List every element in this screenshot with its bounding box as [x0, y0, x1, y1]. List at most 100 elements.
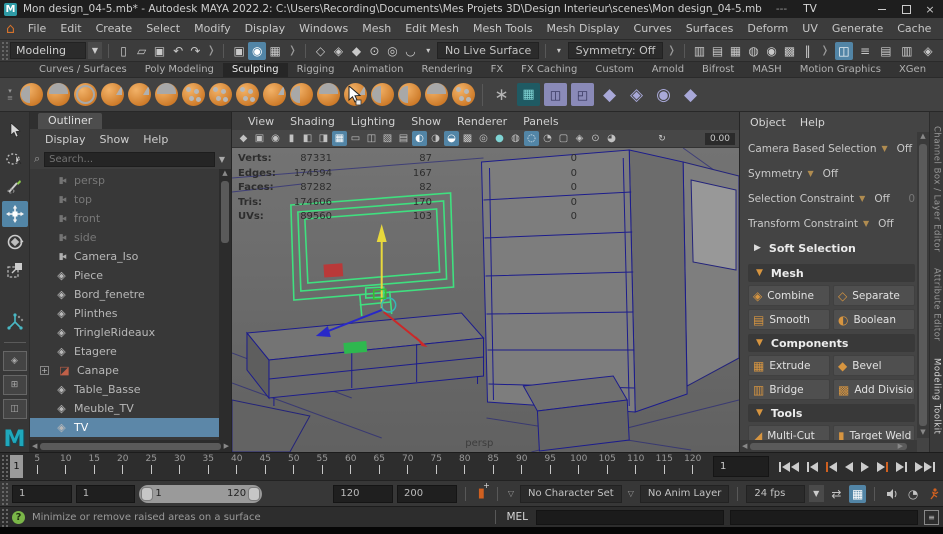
shelf-tab[interactable]: MASH	[743, 63, 790, 77]
viewport-toolbar-icon[interactable]: ◐	[412, 131, 427, 146]
minimize-button[interactable]	[873, 2, 891, 16]
viewport-toolbar-icon[interactable]: ▢	[556, 131, 571, 146]
toolkit-button[interactable]: ◐ Boolean	[833, 309, 915, 330]
shelf-tab[interactable]: Sculpting	[222, 63, 288, 77]
render-icon[interactable]: ▦	[727, 42, 745, 60]
sidebar-toggle-icon[interactable]: ▥	[898, 42, 916, 60]
scale-tool[interactable]	[2, 257, 28, 283]
shelf-tool-icon[interactable]: ◉	[652, 83, 675, 106]
add-bookmark-icon[interactable]: ▮	[478, 481, 490, 501]
sculpt-brush-icon[interactable]	[398, 83, 421, 106]
shelf-tab[interactable]: XGen	[890, 63, 935, 77]
menu-item[interactable]: Generate	[825, 22, 890, 35]
render-icon[interactable]: ◍	[745, 42, 763, 60]
lasso-select-tool[interactable]	[2, 146, 28, 172]
step-forward-key-button[interactable]	[877, 459, 888, 475]
outliner-menu-item[interactable]: Display	[38, 133, 93, 146]
outliner-item[interactable]: + front	[30, 209, 231, 228]
viewport-toolbar-icon[interactable]: ◌	[524, 131, 539, 146]
outliner-item[interactable]: + Table_Basse	[30, 380, 231, 399]
animation-start-field[interactable]: 1	[12, 484, 72, 503]
go-to-end-button[interactable]	[915, 459, 935, 475]
snap-icon[interactable]: ◡	[401, 42, 419, 60]
viewport-toolbar-icon[interactable]: ◉	[268, 131, 283, 146]
shelf-tool-icon[interactable]: ◆	[598, 83, 621, 106]
range-end-handle[interactable]	[248, 486, 261, 501]
evaluation-mode-icon[interactable]	[926, 485, 943, 503]
menu-item[interactable]: Modify	[187, 22, 237, 35]
shelf-tool-icon[interactable]: ◰	[571, 83, 594, 106]
components-section-header[interactable]: ▼ Components	[748, 334, 915, 352]
home-icon[interactable]: ⌂	[6, 21, 15, 37]
outliner-item[interactable]: + TV	[30, 418, 231, 437]
dropdown-arrow-icon[interactable]: ▼	[859, 194, 865, 203]
undo-icon[interactable]: ↶	[171, 42, 186, 60]
viewport-toolbar-icon[interactable]: ◧	[300, 131, 315, 146]
viewport-toolbar-icon[interactable]: ⊙	[588, 131, 603, 146]
fps-selector[interactable]: 24 fps	[746, 484, 805, 503]
viewport-toolbar-icon[interactable]: ▦	[332, 131, 347, 146]
cached-playback-icon[interactable]: ◔	[904, 485, 921, 503]
viewport-toolbar-icon[interactable]: ●	[492, 131, 507, 146]
outliner-item[interactable]: + Piece	[30, 266, 231, 285]
snap-icon[interactable]: ◆	[347, 42, 365, 60]
group-collapse-arrow[interactable]: ❭	[819, 45, 831, 56]
viewport-toolbar-icon[interactable]: ▩	[460, 131, 475, 146]
outliner-search-input[interactable]	[44, 151, 215, 167]
snap-icon[interactable]: ◇	[311, 42, 329, 60]
shelf-tab[interactable]: Custom	[586, 63, 642, 77]
symmetry-axis-icon[interactable]	[2, 309, 28, 335]
fps-dropdown-icon[interactable]: ▼	[808, 485, 824, 502]
menu-item[interactable]: Arnold	[938, 22, 943, 35]
range-slider[interactable]: 1 120	[139, 484, 263, 503]
outliner-item[interactable]: + Etagere	[30, 342, 231, 361]
toolkit-button[interactable]: ◇ Separate	[833, 285, 915, 306]
anim-layer-selector[interactable]: No Anim Layer	[639, 484, 730, 503]
close-button[interactable]: ×	[921, 2, 939, 16]
toolkit-button[interactable]: ▤ Smooth	[748, 309, 830, 330]
four-pane-layout-button[interactable]: ⊞	[2, 375, 27, 396]
sculpt-brush-icon[interactable]	[425, 83, 448, 106]
rotate-tool[interactable]	[2, 229, 28, 255]
sculpt-brush-icon[interactable]	[47, 83, 70, 106]
go-to-start-button[interactable]	[779, 459, 799, 475]
sculpt-brush-icon[interactable]	[263, 83, 286, 106]
sidebar-vertical-tab[interactable]: Channel Box / Layer Editor	[932, 126, 942, 252]
sculpt-brush-icon[interactable]	[209, 83, 232, 106]
file-icon[interactable]: ▯	[115, 42, 133, 60]
mel-label[interactable]: MEL	[506, 511, 528, 523]
sculpt-brush-icon[interactable]	[155, 83, 178, 106]
sculpt-brush-icon[interactable]	[20, 83, 43, 106]
viewport-toolbar-icon[interactable]: ◕	[604, 131, 619, 146]
toolkit-vscrollbar[interactable]: ▲ ▼	[917, 132, 929, 438]
render-icon[interactable]: ▩	[781, 42, 799, 60]
range-start-handle[interactable]	[141, 486, 154, 501]
paint-select-tool[interactable]	[2, 174, 28, 200]
toolkit-option-row[interactable]: Symmetry ▼ Off	[748, 161, 915, 186]
maya-logo[interactable]: M	[4, 427, 26, 452]
viewport-menu-item[interactable]: Panels	[515, 115, 566, 128]
toolkit-hscrollbar[interactable]: ◀ ▶	[740, 440, 917, 452]
outliner-menu-item[interactable]: Help	[136, 133, 175, 146]
file-icon[interactable]: ▣	[151, 42, 169, 60]
menu-item[interactable]: Edit Mesh	[398, 22, 466, 35]
viewport-menu-item[interactable]: Lighting	[343, 115, 403, 128]
sculpt-brush-icon[interactable]	[371, 83, 394, 106]
outliner-item[interactable]: + Plinthes	[30, 304, 231, 323]
toolkit-button[interactable]: ◆ Bevel	[833, 355, 915, 376]
viewport-toolbar-icon[interactable]: ◨	[316, 131, 331, 146]
outliner-hscrollbar[interactable]: ◀ ▶	[30, 440, 231, 452]
sidebar-vertical-tab[interactable]: Attribute Editor	[932, 268, 942, 341]
viewport-toolbar-icon[interactable]: ◔	[540, 131, 555, 146]
shelf-tab[interactable]: Arnold	[643, 63, 693, 77]
loop-mode-icon[interactable]: ⇄	[828, 485, 845, 503]
viewport-menu-item[interactable]: Show	[403, 115, 449, 128]
toolkit-button[interactable]: ▩ Add Divisions	[833, 379, 915, 400]
sculpt-brush-icon[interactable]	[452, 83, 475, 106]
shelf-tab[interactable]: Motion Graphics	[791, 63, 890, 77]
viewport-toolbar-icon[interactable]: ◍	[508, 131, 523, 146]
render-icon[interactable]: ‖	[799, 42, 817, 60]
outliner-item[interactable]: + Camera_Iso	[30, 247, 231, 266]
command-result-field[interactable]	[730, 509, 918, 525]
current-time-field[interactable]: 1	[713, 456, 769, 477]
